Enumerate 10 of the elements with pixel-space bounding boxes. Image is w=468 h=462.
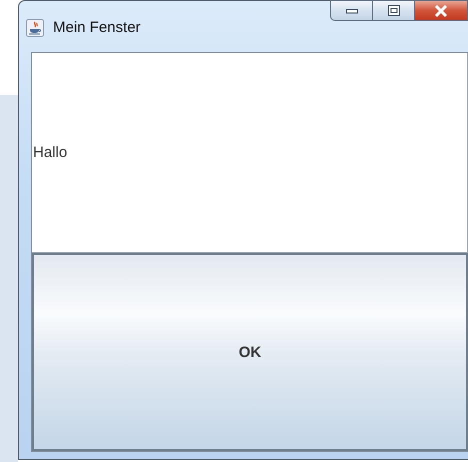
ok-button[interactable]: OK [32,253,468,451]
minimize-button[interactable] [330,0,373,21]
close-icon [434,4,448,16]
minimize-icon [346,8,358,14]
maximize-button[interactable] [373,0,415,21]
maximize-icon [388,5,400,16]
greeting-label: Hallo [33,144,68,161]
window-title: Mein Fenster [53,19,141,36]
java-cup-icon [26,18,44,36]
close-button[interactable] [415,0,468,21]
